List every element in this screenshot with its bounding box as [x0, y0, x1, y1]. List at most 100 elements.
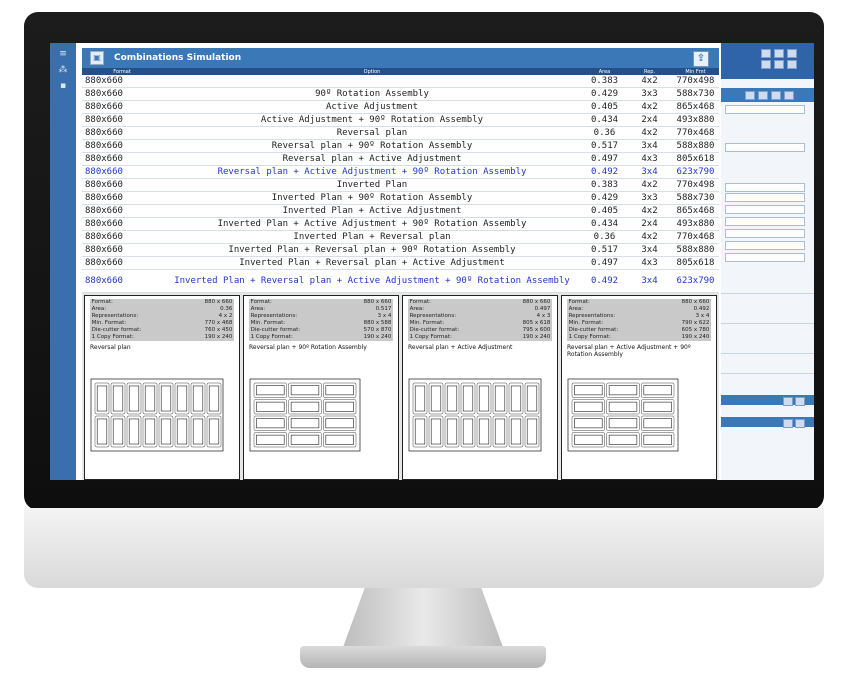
property-field[interactable] [725, 193, 805, 202]
cell-option: Reversal plan + Active Adjustment [162, 152, 582, 166]
table-row[interactable]: 880x660 Reversal plan 0.36 4x2 770x468 [82, 126, 719, 140]
cell-format: 880x660 [82, 191, 162, 205]
window-icon: ▣ [90, 51, 104, 65]
table-row[interactable]: 880x660 Inverted Plan + Reversal plan 0.36… [82, 230, 719, 244]
cell-option: Inverted Plan + Active Adjustment + 90º … [162, 217, 582, 231]
toolbar-button[interactable] [761, 49, 771, 58]
band-button[interactable] [771, 91, 781, 100]
table-row[interactable]: 880x660 Inverted Plan + Reversal plan + A… [82, 256, 719, 270]
column-header-area[interactable]: Area [582, 68, 627, 75]
table-row[interactable]: 880x660 Inverted Plan + 90º Rotation Asse… [82, 191, 719, 205]
property-field[interactable] [725, 241, 805, 250]
cell-rep: 3x3 [627, 191, 672, 205]
table-row[interactable]: 880x660 Active Adjustment 0.405 4x2 865x468 [82, 100, 719, 114]
column-header-format[interactable]: Format [82, 68, 162, 75]
info-value: 880 x 660 [363, 299, 392, 305]
cell-area: 0.492 [582, 269, 627, 293]
box-blank [412, 382, 428, 415]
box-blank [524, 415, 540, 448]
table-row[interactable]: 880x660 Inverted Plan + Active Adjustment… [82, 217, 719, 231]
sheet-outline [567, 378, 679, 452]
property-field[interactable] [725, 253, 805, 262]
box-blank [253, 382, 287, 398]
box-blank [158, 382, 174, 415]
property-field[interactable] [725, 143, 805, 152]
info-label: Die-cutter format: [568, 327, 619, 333]
band-button[interactable] [783, 419, 793, 428]
info-label: Representations: [568, 313, 616, 319]
box-blank [323, 415, 357, 431]
band-button[interactable] [795, 397, 805, 406]
cell-area: 0.36 [582, 126, 627, 140]
property-field[interactable] [725, 205, 805, 214]
property-field[interactable] [725, 217, 805, 226]
cell-option: Inverted Plan + Active Adjustment [162, 204, 582, 218]
box-blank [288, 399, 322, 415]
toolbar-button[interactable] [774, 49, 784, 58]
export-icon[interactable]: ⇪ [693, 51, 709, 67]
info-value: 190 x 240 [363, 334, 392, 340]
box-blank [174, 415, 190, 448]
table-row[interactable]: 880x660 Reversal plan + 90º Rotation Asse… [82, 139, 719, 153]
info-value: 790 x 622 [681, 320, 710, 326]
band-button[interactable] [783, 397, 793, 406]
box-blank [158, 415, 174, 448]
column-header-min-format[interactable]: Min Fmt [672, 68, 719, 75]
info-value: 0.36 [220, 306, 233, 312]
table-row[interactable]: 880x660 Inverted Plan + Reversal plan + 9… [82, 243, 719, 257]
column-header-option[interactable]: Option [162, 68, 582, 75]
table-row[interactable]: 880x660 0.383 4x2 770x498 [82, 75, 719, 88]
layout-card[interactable]: Format: 880 x 660 Area: 0.36 Representations… [84, 295, 240, 480]
info-value: 0.497 [534, 306, 551, 312]
box-blank [492, 382, 508, 415]
tree-icon[interactable]: ⁂ [58, 65, 68, 75]
box-blank [253, 399, 287, 415]
grid-icon[interactable]: ▪ [58, 81, 68, 91]
cell-rep: 4x2 [627, 204, 672, 218]
layout-card[interactable]: Format: 880 x 660 Area: 0.497 Representation… [402, 295, 558, 480]
menu-icon[interactable]: ≡ [58, 49, 68, 59]
band-button[interactable] [795, 419, 805, 428]
cell-rep: 2x4 [627, 217, 672, 231]
combinations-window: ▣ Combinations Simulation ⇪ Format Optio… [82, 48, 719, 480]
table-row[interactable]: 880x660 Inverted Plan + Active Adjustment… [82, 204, 719, 218]
toolbar-button[interactable] [761, 60, 771, 69]
table-row[interactable]: 880x660 90º Rotation Assembly 0.429 3x3 588x… [82, 87, 719, 101]
layout-cards: Format: 880 x 660 Area: 0.36 Representations… [82, 293, 719, 480]
box-blank [288, 382, 322, 398]
cell-area: 0.497 [582, 256, 627, 270]
table-row[interactable]: 880x660 Reversal plan + Active Adjustment… [82, 165, 719, 179]
band-button[interactable] [784, 91, 794, 100]
column-header-rep[interactable]: Rep. [627, 68, 672, 75]
cell-option: Reversal plan + Active Adjustment + 90º … [162, 165, 582, 179]
toolbar-button[interactable] [787, 60, 797, 69]
cell-area: 0.36 [582, 230, 627, 244]
layout-card[interactable]: Format: 880 x 660 Area: 0.517 Representation… [243, 295, 399, 480]
cell-area: 0.434 [582, 113, 627, 127]
table-row[interactable]: 880x660 Inverted Plan 0.383 4x2 770x498 [82, 178, 719, 192]
property-field[interactable] [725, 183, 805, 192]
box-blank [94, 415, 110, 448]
property-field[interactable] [725, 105, 805, 114]
layout-card[interactable]: Format: 880 x 660 Area: 0.492 Representation… [561, 295, 717, 480]
cell-rep: 3x4 [627, 139, 672, 153]
card-title: Reversal plan + Active Adjustment + 90º … [567, 344, 691, 358]
cell-format: 880x660 [82, 139, 162, 153]
info-label: Area: [409, 306, 425, 312]
table-row[interactable]: 880x660 Reversal plan + Active Adjustment… [82, 152, 719, 166]
info-value: 880 x 660 [522, 299, 551, 305]
table-row[interactable]: 880x660 Inverted Plan + Reversal plan + A… [82, 269, 719, 293]
cell-rep: 4x3 [627, 256, 672, 270]
table-row[interactable]: 880x660 Active Adjustment + 90º Rotation … [82, 113, 719, 127]
toolbar-button[interactable] [787, 49, 797, 58]
box-blank [571, 415, 605, 431]
band-button[interactable] [745, 91, 755, 100]
cell-min-format: 588x730 [672, 191, 719, 205]
property-field[interactable] [725, 229, 805, 238]
box-blank [253, 432, 287, 448]
box-blank [253, 415, 287, 431]
toolbar-button[interactable] [774, 60, 784, 69]
cell-area: 0.497 [582, 152, 627, 166]
band-button[interactable] [758, 91, 768, 100]
box-blank [492, 415, 508, 448]
